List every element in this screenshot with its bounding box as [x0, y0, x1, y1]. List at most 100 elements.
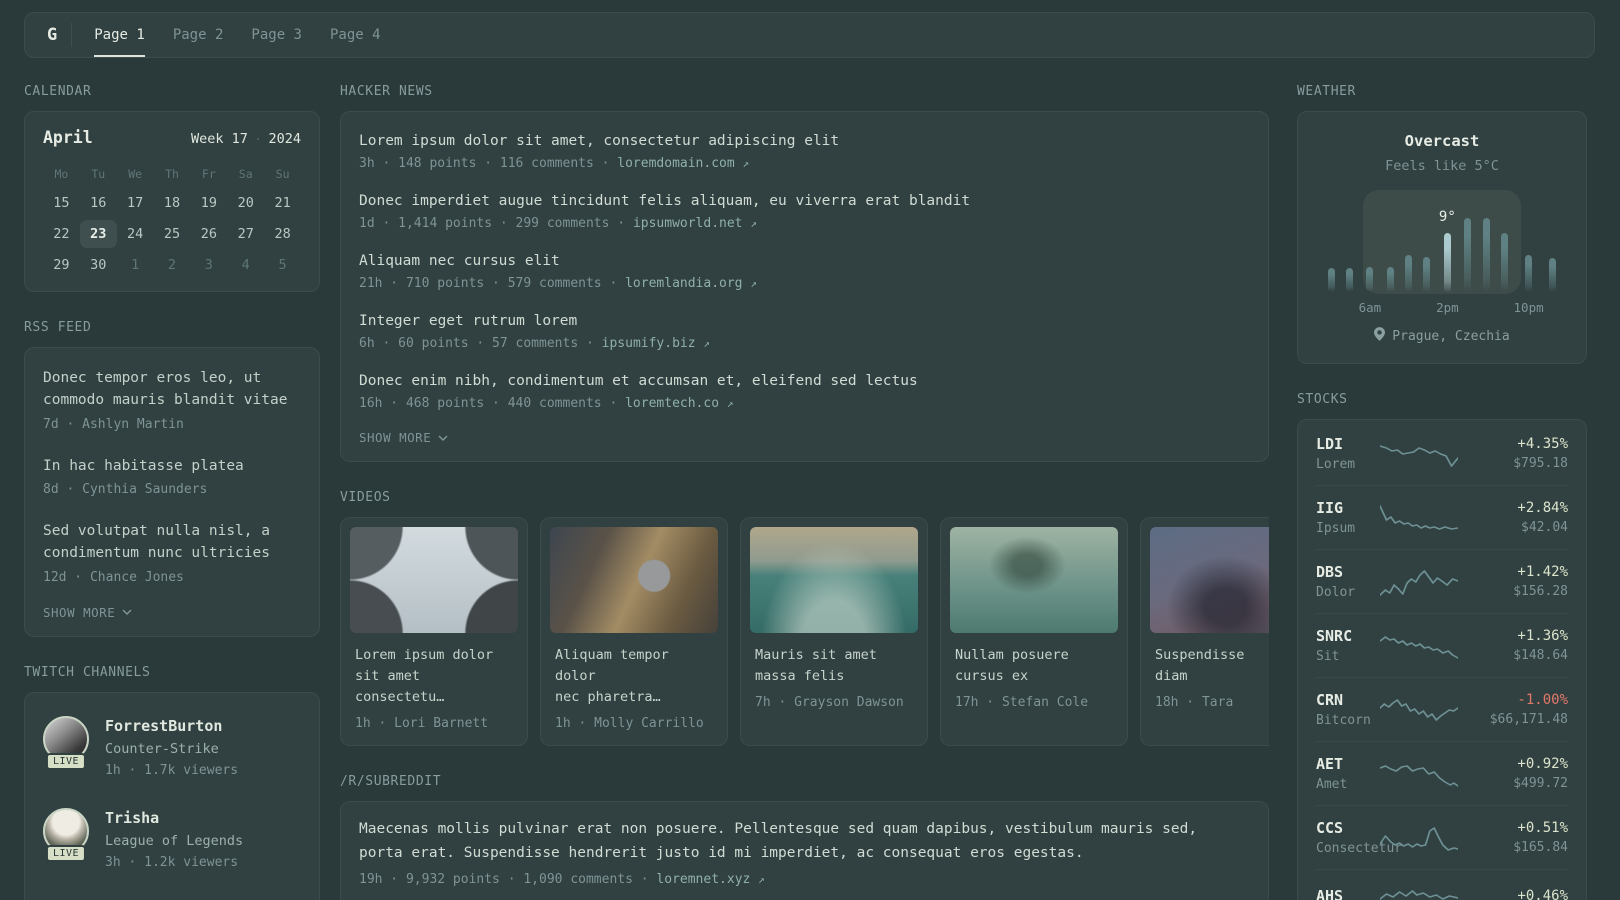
- external-link-icon: ↗: [750, 277, 757, 290]
- video-card[interactable]: Aliquam tempor dolor nec pharetra… 1h · …: [540, 517, 728, 746]
- page-tab[interactable]: Page 2: [173, 13, 224, 57]
- video-thumbnail[interactable]: [750, 527, 918, 633]
- stock-values: +0.92% $499.72: [1472, 756, 1568, 791]
- calendar-day: 17: [127, 195, 144, 211]
- video-card[interactable]: Nullam posuere cursus ex 17h · Stefan Co…: [940, 517, 1128, 746]
- hackernews-item-link[interactable]: loremdomain.com: [617, 156, 734, 171]
- video-card[interactable]: Mauris sit amet massa felis 7h · Grayson…: [740, 517, 928, 746]
- weather-temp-bar: [1405, 255, 1413, 292]
- twitch-widget: TWITCH CHANNELS LIVE ForrestBurton Count…: [24, 665, 320, 900]
- rss-item-meta: 12d · Chance Jones: [43, 569, 184, 585]
- twitch-channel-row[interactable]: LIVE Trisha League of Legends 3h · 1.2k …: [43, 793, 301, 885]
- hackernews-item-link[interactable]: ipsumworld.net: [633, 216, 743, 231]
- weather-bars: 6am 9° 2pm 10pm: [1322, 208, 1562, 315]
- page-tab[interactable]: Page 4: [330, 13, 381, 57]
- subreddit-post-title[interactable]: Maecenas mollis pulvinar erat non posuer…: [359, 818, 1250, 866]
- video-title: Mauris sit amet massa felis: [755, 647, 877, 684]
- day-of-week-label: Th: [165, 167, 179, 181]
- twitch-channel-category: League of Legends: [105, 832, 244, 849]
- stock-symbol-block: LDI Lorem: [1316, 435, 1376, 472]
- hackernews-item-info: 21h · 710 points · 579 comments ·: [359, 276, 618, 291]
- calendar-day: 4: [241, 257, 250, 273]
- video-thumbnail[interactable]: [550, 527, 718, 633]
- twitch-card: LIVE ForrestBurton Counter-Strike 1h · 1…: [24, 691, 320, 900]
- stock-values: +1.42% $156.28: [1472, 564, 1568, 599]
- calendar-day: 25: [163, 226, 181, 242]
- hackernews-item-title[interactable]: Lorem ipsum dolor sit amet, consectetur …: [359, 133, 1250, 149]
- video-thumbnail[interactable]: [950, 527, 1118, 633]
- stock-row[interactable]: SNRC Sit +1.36% $148.64: [1316, 613, 1568, 677]
- twitch-avatar-wrap: LIVE: [43, 807, 89, 862]
- stock-symbol: IIG: [1316, 499, 1344, 517]
- stock-row[interactable]: DBS Dolor +1.42% $156.28: [1316, 549, 1568, 613]
- page-tabs: Page 1 Page 2 Page 3 Page 4: [94, 13, 381, 57]
- stock-symbol-block: SNRC Sit: [1316, 627, 1376, 664]
- hackernews-item: Lorem ipsum dolor sit amet, consectetur …: [359, 122, 1250, 182]
- stock-row[interactable]: IIG Ipsum +2.84% $42.04: [1316, 485, 1568, 549]
- weather-temp-bar: [1482, 218, 1490, 292]
- video-thumbnail[interactable]: [350, 527, 518, 633]
- calendar-day: 22: [53, 226, 70, 242]
- stock-symbol-block: CCS Consectetur: [1316, 819, 1402, 856]
- hackernews-item: Donec imperdiet augue tincidunt felis al…: [359, 182, 1250, 242]
- twitch-channel-row[interactable]: KendallCarr: [43, 885, 301, 900]
- stock-symbol-block: AHS: [1316, 887, 1376, 900]
- stock-row[interactable]: AET Amet +0.92% $499.72: [1316, 741, 1568, 805]
- twitch-avatar-wrap: LIVE: [43, 715, 89, 770]
- external-link-icon: ↗: [726, 397, 734, 410]
- rss-show-more-button[interactable]: SHOW MORE: [43, 597, 301, 630]
- hackernews-item-meta: 16h · 468 points · 440 comments · loremt…: [359, 396, 1250, 411]
- rss-item: Sed volutpat nulla nisl, a condimentum n…: [43, 509, 301, 597]
- stock-row[interactable]: CCS Consectetur +0.51% $165.84: [1316, 805, 1568, 869]
- stock-symbol-block: IIG Ipsum: [1316, 499, 1376, 536]
- calendar-day: 2: [167, 257, 177, 273]
- rss-item-title[interactable]: Sed volutpat nulla nisl, a condimentum n…: [43, 521, 301, 565]
- videos-widget: VIDEOS Lorem ipsum dolor sit amet consec…: [340, 490, 1269, 746]
- stock-values: +2.84% $42.04: [1472, 500, 1568, 535]
- stocks-list: LDI Lorem +4.35% $795.18 IIG Ipsum +2.84…: [1316, 422, 1568, 900]
- rss-item-title[interactable]: In hac habitasse platea: [43, 456, 301, 478]
- hackernews-item-link[interactable]: ipsumify.biz: [602, 336, 696, 351]
- day-of-week-label: Sa: [238, 167, 253, 181]
- left-column: CALENDAR April Week 17 · 2024 Mo Tu We Th Fr…: [24, 84, 320, 900]
- hackernews-item-title[interactable]: Donec imperdiet augue tincidunt felis al…: [359, 193, 1250, 209]
- hackernews-item-title[interactable]: Integer eget rutrum lorem: [359, 313, 1250, 329]
- stock-sparkline: [1380, 569, 1458, 596]
- center-column: HACKER NEWS Lorem ipsum dolor sit amet, …: [340, 84, 1269, 900]
- weather-feels-like: Feels like 5°C: [1385, 158, 1499, 174]
- page-tab[interactable]: Page 3: [251, 13, 302, 57]
- hackernews-show-more-button[interactable]: SHOW MORE: [359, 422, 1250, 455]
- stock-row[interactable]: AHS +0.46%: [1316, 869, 1568, 900]
- calendar-day: 18: [163, 195, 181, 211]
- hackernews-item-link[interactable]: loremtech.co: [625, 396, 719, 411]
- calendar-day: 24: [127, 226, 144, 242]
- hackernews-list: Lorem ipsum dolor sit amet, consectetur …: [359, 122, 1250, 422]
- hackernews-item-title[interactable]: Aliquam nec cursus elit: [359, 253, 1250, 269]
- stock-symbol: SNRC: [1316, 627, 1353, 645]
- weather-hour-column: [1340, 208, 1358, 315]
- calendar-day: 20: [237, 195, 254, 211]
- video-card[interactable]: Suspendisse diam 18h · Tara: [1140, 517, 1269, 746]
- hackernews-item-title[interactable]: Donec enim nibh, condimentum et accumsan…: [359, 373, 1250, 389]
- weather-location: Prague, Czechia: [1316, 327, 1568, 345]
- calendar-days-grid: 15 16 17 18 19 20 21 22 23 24 25 26 27 28 29 30 1 2 3 4 5: [43, 189, 301, 279]
- stock-sparkline: [1380, 890, 1458, 900]
- stock-price: $42.04: [1521, 520, 1568, 535]
- top-nav: G Page 1 Page 2 Page 3 Page 4: [24, 12, 1595, 58]
- subreddit-post-link[interactable]: loremnet.xyz: [656, 872, 750, 887]
- page-tab[interactable]: Page 1: [94, 13, 145, 57]
- calendar-year: 2024: [268, 131, 301, 147]
- video-card[interactable]: Lorem ipsum dolor sit amet consectetu… 1…: [340, 517, 528, 746]
- stock-row[interactable]: CRN Bitcorn -1.00% $66,171.48: [1316, 677, 1568, 741]
- app-logo[interactable]: G: [43, 13, 71, 57]
- stock-symbol: LDI: [1316, 435, 1344, 453]
- video-thumbnail[interactable]: [1150, 527, 1269, 633]
- calendar-day: 5: [278, 257, 287, 273]
- twitch-channel-row[interactable]: LIVE ForrestBurton Counter-Strike 1h · 1…: [43, 701, 301, 793]
- rss-item-title[interactable]: Donec tempor eros leo, ut commodo mauris…: [43, 368, 301, 412]
- stock-price: $156.28: [1513, 584, 1568, 599]
- stocks-section-label: STOCKS: [1297, 392, 1348, 407]
- stock-row[interactable]: LDI Lorem +4.35% $795.18: [1316, 422, 1568, 485]
- subreddit-list: Maecenas mollis pulvinar erat non posuer…: [359, 818, 1250, 887]
- hackernews-item-link[interactable]: loremlandia.org: [625, 276, 742, 291]
